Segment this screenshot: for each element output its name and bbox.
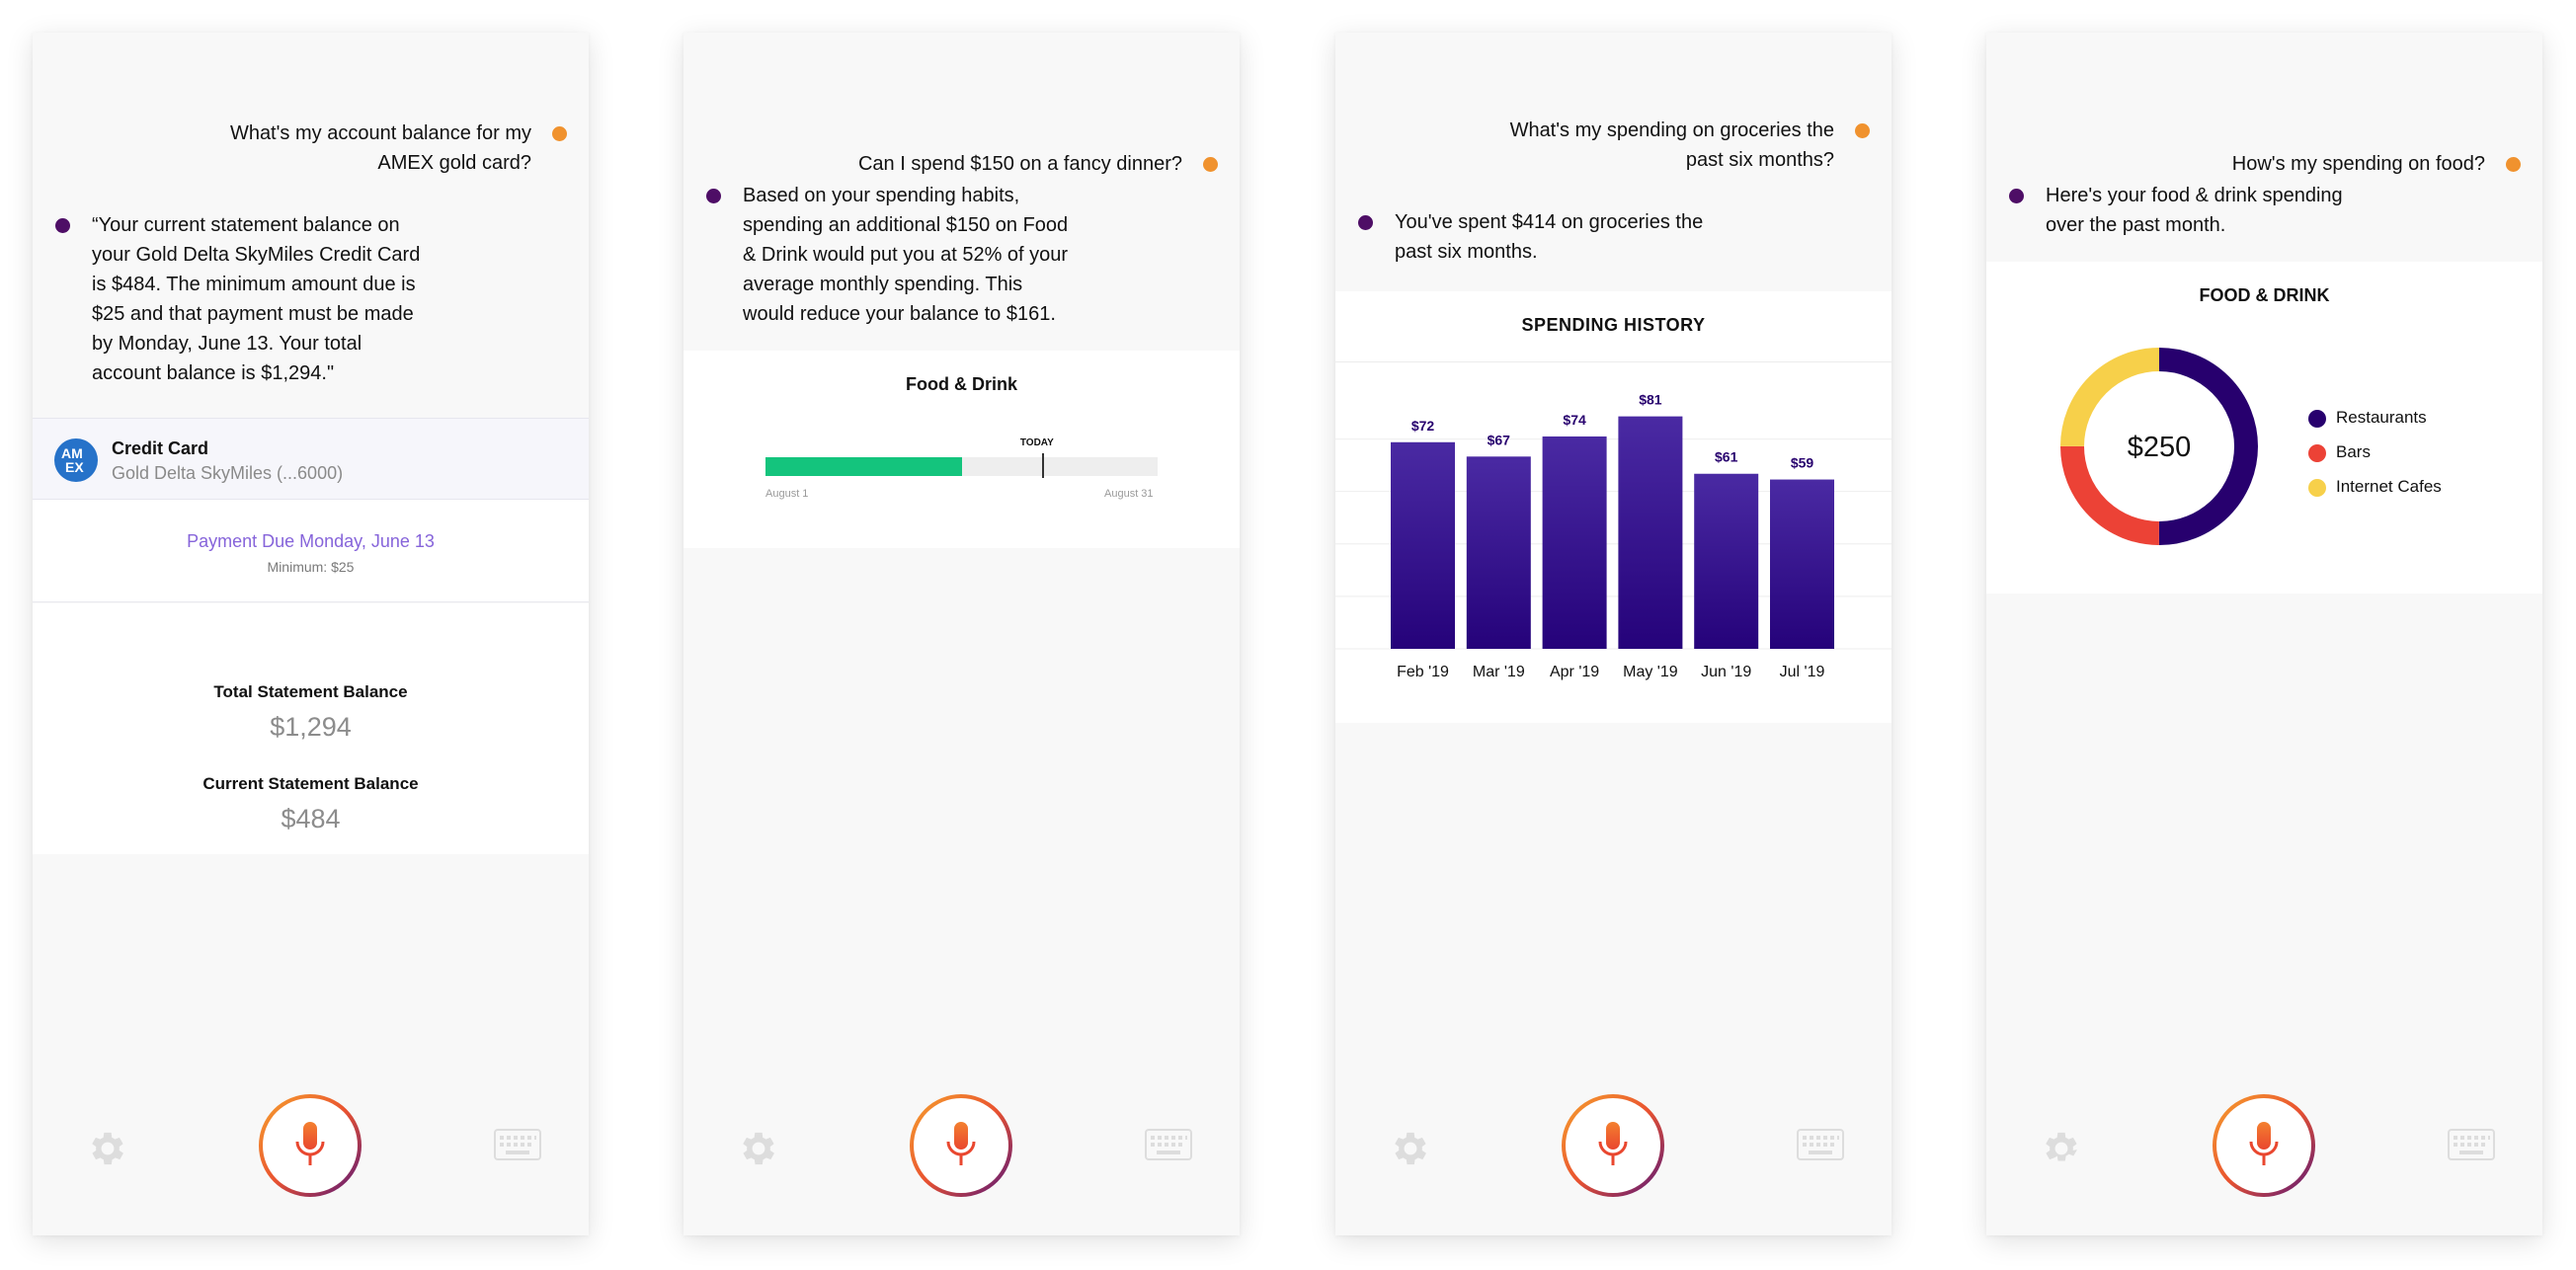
user-message: How's my spending on food? xyxy=(2231,153,2485,175)
microphone-icon xyxy=(946,1122,976,1165)
budget-progress-fill xyxy=(765,457,962,476)
assistant-message: Based on your spending habits, spending … xyxy=(743,185,1069,325)
total-balance-label: Total Statement Balance xyxy=(213,682,408,701)
card-subtitle: Gold Delta SkyMiles (...6000) xyxy=(112,463,344,483)
assistant-indicator-dot xyxy=(706,189,721,203)
legend-label: Internet Cafes xyxy=(2336,477,2442,496)
gear-icon[interactable] xyxy=(1389,1127,1432,1170)
user-message: What's my spending on groceries the past… xyxy=(1509,119,1834,171)
x-tick-label: Mar '19 xyxy=(1473,664,1525,680)
x-tick-label: Feb '19 xyxy=(1397,664,1449,680)
start-date-label: August 1 xyxy=(765,488,809,500)
microphone-icon xyxy=(2249,1122,2279,1165)
bar-value-label: $81 xyxy=(1639,392,1662,408)
amex-logo-text-bottom: EX xyxy=(65,459,84,475)
keyboard-icon[interactable] xyxy=(1145,1129,1192,1160)
microphone-button[interactable] xyxy=(910,1094,1012,1197)
minimum-payment-text: Minimum: $25 xyxy=(267,559,355,575)
today-marker xyxy=(1041,453,1044,478)
x-tick-label: Apr '19 xyxy=(1550,664,1599,680)
assistant-indicator-dot xyxy=(1358,215,1373,230)
keyboard-icon[interactable] xyxy=(1797,1129,1844,1160)
current-balance-label: Current Statement Balance xyxy=(202,774,419,793)
bar-value-label: $59 xyxy=(1791,455,1814,471)
legend-label: Restaurants xyxy=(2336,408,2427,427)
food-drink-donut-chart: $250 xyxy=(2060,348,2258,545)
bar-value-label: $61 xyxy=(1715,449,1738,465)
total-balance-value: $1,294 xyxy=(270,712,352,742)
gear-icon[interactable] xyxy=(2040,1127,2083,1170)
bar-value-label: $74 xyxy=(1563,412,1586,428)
spending-bar-chart: $72 Feb '19 $67 Mar '19 $74 Apr '19 $81 May '19… xyxy=(1335,392,1892,680)
microphone-button[interactable] xyxy=(259,1094,362,1197)
budget-progress-track xyxy=(765,457,1158,476)
balances-section: Total Statement Balance $1,294 Current S… xyxy=(33,603,589,854)
legend-color-dot xyxy=(2308,444,2326,462)
card-title: Food & Drink xyxy=(906,374,1017,394)
phone-screen-grocery-spending: What's my spending on groceries the past… xyxy=(1335,33,1892,1235)
assistant-message: Here's your food & drink spending over t… xyxy=(2046,185,2343,236)
x-tick-label: May '19 xyxy=(1623,664,1678,680)
food-drink-donut-card: FOOD & DRINK $250 Restaurants Bars Interne… xyxy=(1986,262,2542,594)
user-indicator-dot xyxy=(552,126,567,141)
current-balance-value: $484 xyxy=(281,804,341,833)
microphone-button[interactable] xyxy=(1562,1094,1664,1197)
credit-card-row[interactable]: AM EX Credit Card Gold Delta SkyMiles (.… xyxy=(33,418,589,500)
assistant-message: “Your current statement balance on your … xyxy=(92,214,421,384)
assistant-indicator-dot xyxy=(55,218,70,233)
x-tick-label: Jun '19 xyxy=(1701,664,1751,680)
microphone-icon xyxy=(295,1122,325,1165)
legend-color-dot xyxy=(2308,410,2326,428)
card-title: Credit Card xyxy=(112,438,209,458)
user-message: Can I spend $150 on a fancy dinner? xyxy=(857,153,1182,175)
phone-screen-food-spending: How's my spending on food? Here's your f… xyxy=(1986,33,2542,1235)
keyboard-icon[interactable] xyxy=(494,1129,541,1160)
bar[interactable] xyxy=(1466,456,1531,649)
bar[interactable] xyxy=(1770,479,1834,649)
user-indicator-dot xyxy=(1855,123,1870,138)
phone-screen-account-balance: What's my account balance for my AMEX go… xyxy=(33,33,589,1235)
keyboard-icon[interactable] xyxy=(2448,1129,2495,1160)
food-drink-budget-card: Food & Drink TODAY August 1 August 31 xyxy=(684,351,1240,548)
gear-icon[interactable] xyxy=(86,1127,129,1170)
microphone-icon xyxy=(1598,1122,1628,1165)
assistant-indicator-dot xyxy=(2009,189,2024,203)
donut-center-value: $250 xyxy=(2128,432,2192,463)
user-message: What's my account balance for my AMEX go… xyxy=(229,122,531,174)
bar[interactable] xyxy=(1391,441,1455,649)
bar[interactable] xyxy=(1542,436,1607,649)
assistant-message: You've spent $414 on groceries the past … xyxy=(1395,211,1704,263)
end-date-label: August 31 xyxy=(1104,488,1154,500)
legend-color-dot xyxy=(2308,479,2326,497)
spending-history-card: SPENDING HISTORY $72 Feb '19 $67 Mar '19 $74… xyxy=(1335,291,1892,723)
bar-value-label: $67 xyxy=(1488,432,1511,447)
payment-due-text[interactable]: Payment Due Monday, June 13 xyxy=(33,531,589,552)
today-label: TODAY xyxy=(1019,437,1054,448)
microphone-button[interactable] xyxy=(2213,1094,2315,1197)
bar[interactable] xyxy=(1618,416,1683,649)
user-indicator-dot xyxy=(1203,157,1218,172)
amex-logo: AM EX xyxy=(54,438,98,482)
legend-label: Bars xyxy=(2336,442,2371,461)
phone-screen-dinner-budget: Can I spend $150 on a fancy dinner? Base… xyxy=(684,33,1240,1235)
bar[interactable] xyxy=(1694,473,1759,649)
payment-due-section: Payment Due Monday, June 13 Minimum: $25 xyxy=(33,500,589,602)
bar-value-label: $72 xyxy=(1411,418,1435,434)
x-tick-label: Jul '19 xyxy=(1780,664,1825,680)
user-indicator-dot xyxy=(2506,157,2521,172)
gear-icon[interactable] xyxy=(737,1127,780,1170)
